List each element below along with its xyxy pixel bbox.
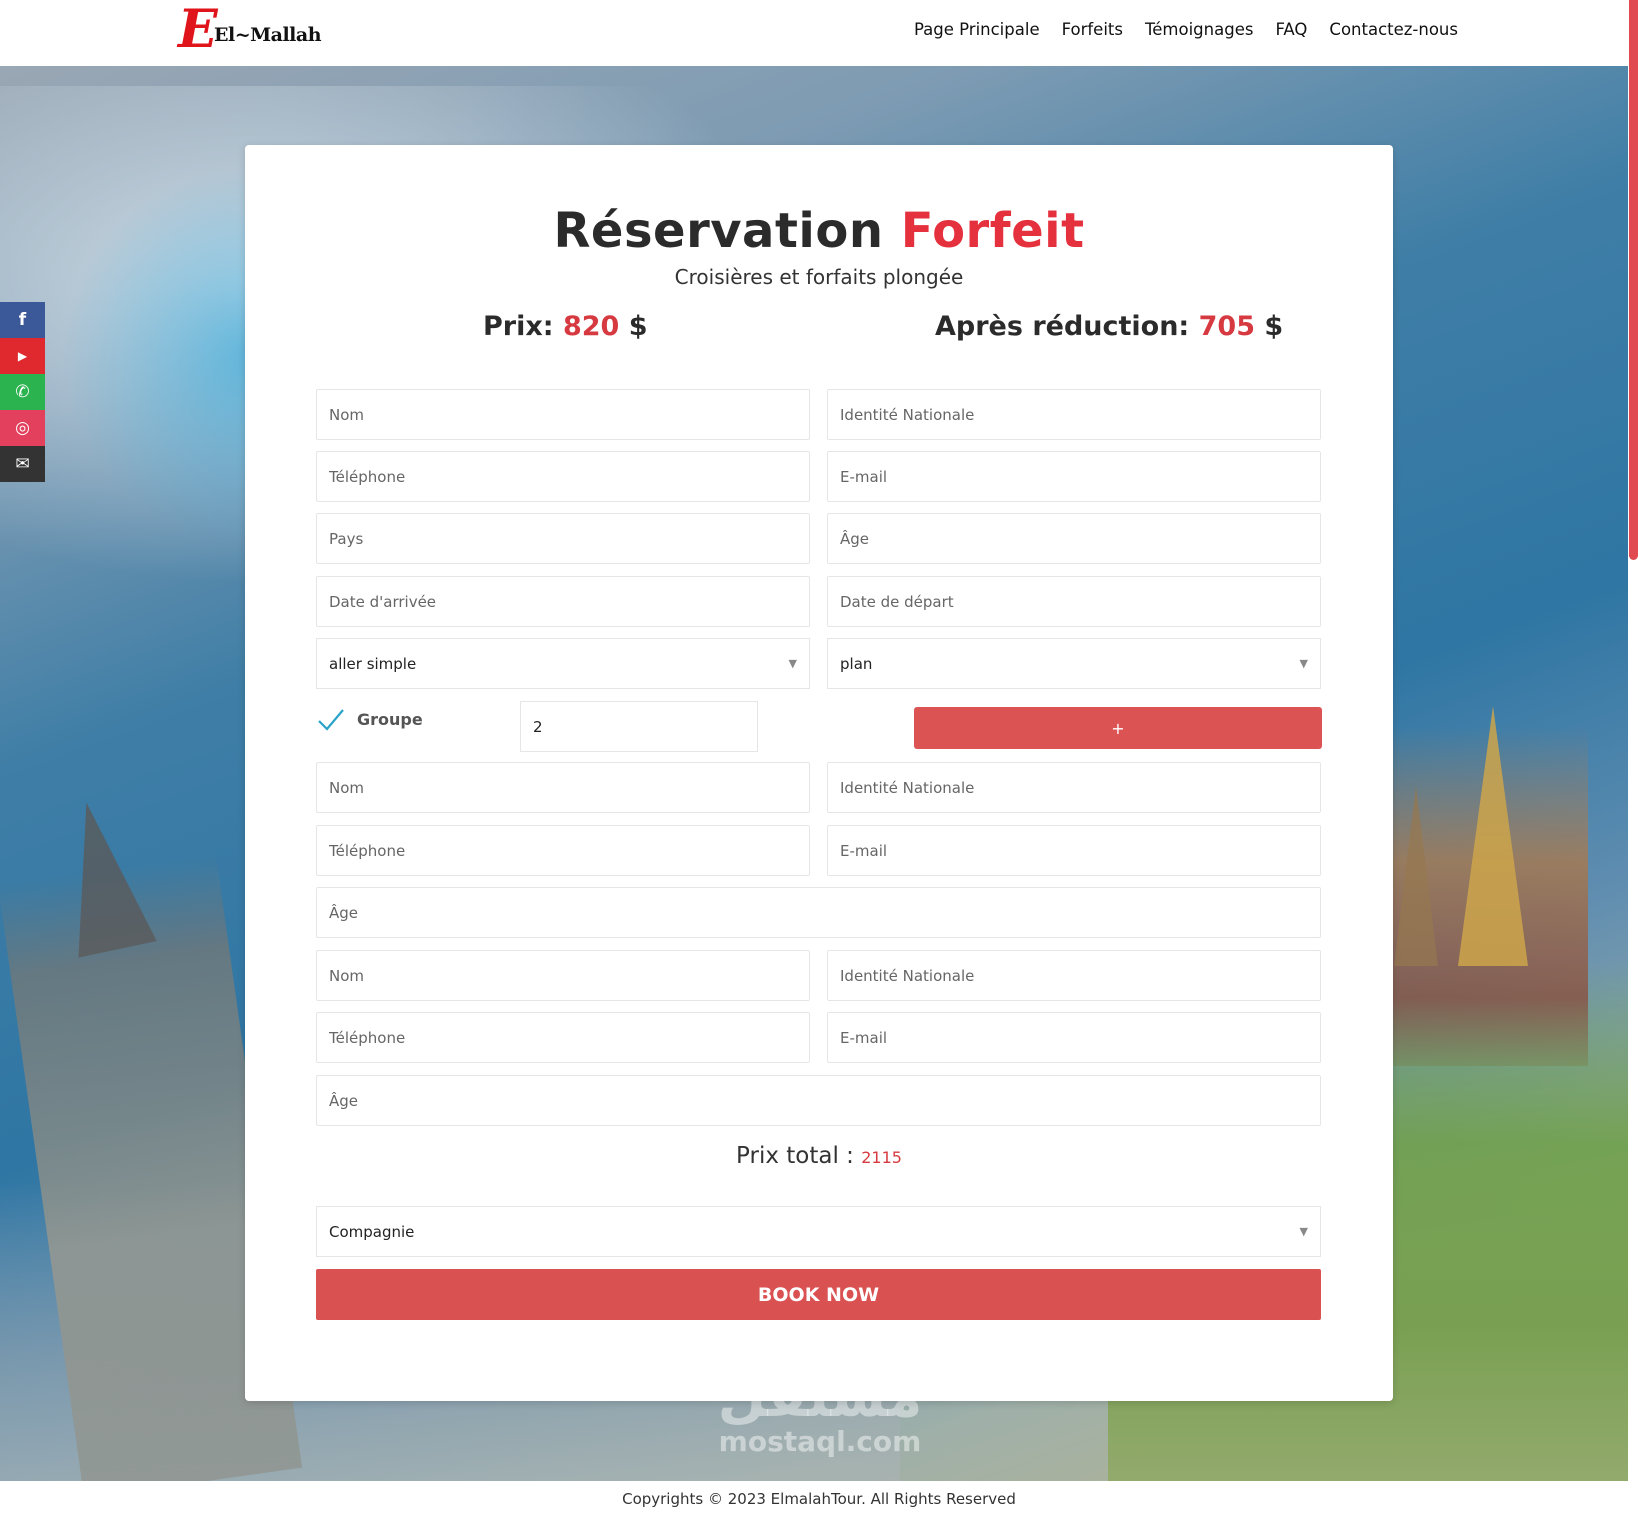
- member1-name-field[interactable]: [316, 762, 810, 813]
- footer: Copyrights © 2023 ElmalahTour. All Right…: [0, 1481, 1638, 1518]
- discount-value: 705: [1198, 311, 1256, 342]
- total-value: 2115: [861, 1148, 902, 1167]
- country-field[interactable]: [316, 513, 810, 564]
- price: Prix: 820 $: [483, 311, 648, 342]
- national-id-field[interactable]: [827, 389, 1321, 440]
- page-title: Réservation Forfeit: [245, 203, 1393, 259]
- total-price: Prix total : 2115: [245, 1143, 1393, 1169]
- departure-date-field[interactable]: [827, 576, 1321, 627]
- chevron-down-icon: ▼: [788, 657, 797, 670]
- trip-type-select[interactable]: aller simple ▼: [316, 638, 810, 689]
- total-label: Prix total :: [736, 1143, 854, 1169]
- member2-age-field[interactable]: [316, 1075, 1321, 1126]
- name-field[interactable]: [316, 389, 810, 440]
- check-icon: [318, 709, 344, 731]
- main-nav: Page Principale Forfeits Témoignages FAQ…: [914, 20, 1458, 39]
- company-value: Compagnie: [329, 1222, 415, 1241]
- trip-type-value: aller simple: [329, 654, 417, 673]
- copyright-text: Copyrights © 2023 ElmalahTour. All Right…: [622, 1490, 1016, 1508]
- plan-value: plan: [840, 654, 873, 673]
- temple-spire: [1458, 706, 1528, 966]
- youtube-icon[interactable]: ▶: [0, 338, 45, 374]
- company-select[interactable]: Compagnie ▼: [316, 1206, 1321, 1257]
- group-label: Groupe: [357, 710, 423, 729]
- member1-phone-field[interactable]: [316, 825, 810, 876]
- discount-label: Après réduction:: [935, 311, 1190, 342]
- nav-contact[interactable]: Contactez-nous: [1329, 20, 1458, 39]
- arrival-date-field[interactable]: [316, 576, 810, 627]
- title-accent: Forfeit: [900, 203, 1085, 259]
- email-field[interactable]: [827, 451, 1321, 502]
- page-subtitle: Croisières et forfaits plongée: [674, 265, 964, 289]
- nav-home[interactable]: Page Principale: [914, 20, 1040, 39]
- site-logo[interactable]: E El~Mallah: [178, 4, 322, 58]
- site-header: E El~Mallah Page Principale Forfeits Tém…: [0, 0, 1638, 66]
- chevron-down-icon: ▼: [1299, 657, 1308, 670]
- watermark-latin: mostaql.com: [718, 1425, 922, 1458]
- member1-national-id-field[interactable]: [827, 762, 1321, 813]
- discount-price: Après réduction: 705 $: [935, 311, 1283, 342]
- title-main: Réservation: [553, 203, 884, 259]
- price-label: Prix:: [483, 311, 554, 342]
- nav-faq[interactable]: FAQ: [1275, 20, 1307, 39]
- price-value: 820: [562, 311, 620, 342]
- nav-testimonials[interactable]: Témoignages: [1145, 20, 1253, 39]
- logo-text: El~Mallah: [214, 24, 322, 46]
- facebook-icon[interactable]: f: [0, 302, 45, 338]
- scrollbar[interactable]: [1629, 0, 1638, 560]
- chevron-down-icon: ▼: [1299, 1225, 1308, 1238]
- add-member-button[interactable]: +: [914, 707, 1322, 749]
- book-now-button[interactable]: BOOK NOW: [316, 1269, 1321, 1320]
- member1-email-field[interactable]: [827, 825, 1321, 876]
- member2-national-id-field[interactable]: [827, 950, 1321, 1001]
- temple-spire-small: [1394, 786, 1438, 966]
- discount-currency: $: [1264, 311, 1284, 342]
- group-count-field[interactable]: [520, 701, 758, 752]
- member2-email-field[interactable]: [827, 1012, 1321, 1063]
- instagram-icon[interactable]: ◎: [0, 410, 45, 446]
- member2-phone-field[interactable]: [316, 1012, 810, 1063]
- age-field[interactable]: [827, 513, 1321, 564]
- member2-name-field[interactable]: [316, 950, 810, 1001]
- phone-field[interactable]: [316, 451, 810, 502]
- plan-select[interactable]: plan ▼: [827, 638, 1321, 689]
- whatsapp-icon[interactable]: ✆: [0, 374, 45, 410]
- mail-icon[interactable]: ✉: [0, 446, 45, 482]
- member1-age-field[interactable]: [316, 887, 1321, 938]
- price-currency: $: [628, 311, 648, 342]
- social-sidebar: f ▶ ✆ ◎ ✉: [0, 302, 45, 482]
- logo-letter: E: [178, 0, 218, 60]
- booking-card: Réservation Forfeit Croisières et forfai…: [245, 145, 1393, 1401]
- nav-packages[interactable]: Forfeits: [1062, 20, 1123, 39]
